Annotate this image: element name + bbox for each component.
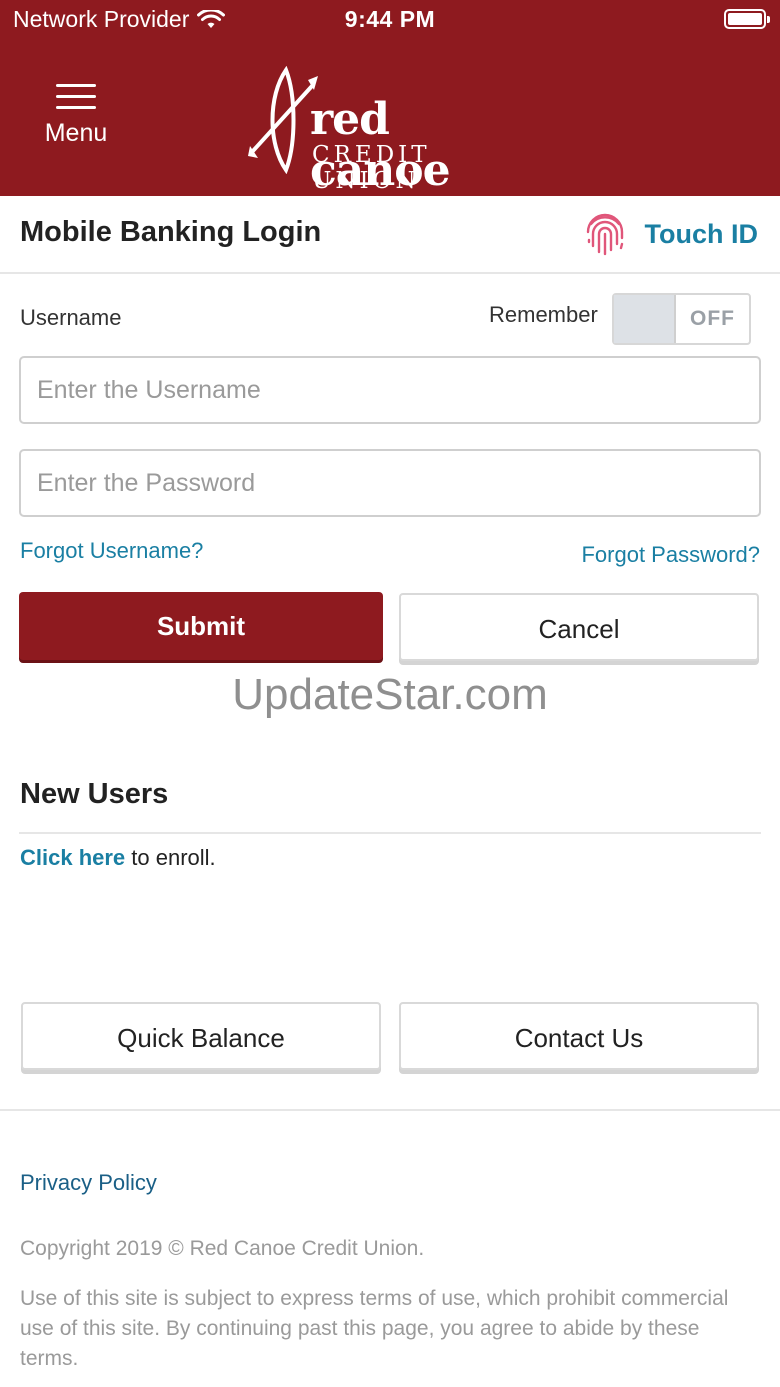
toggle-knob	[614, 295, 676, 343]
login-title-row: Mobile Banking Login Touch ID	[0, 196, 780, 274]
forgot-password-link[interactable]: Forgot Password?	[581, 542, 760, 568]
password-input[interactable]	[19, 449, 761, 517]
username-input[interactable]	[19, 356, 761, 424]
remember-label: Remember	[489, 302, 598, 327]
toggle-state: OFF	[690, 307, 735, 330]
page-title: Mobile Banking Login	[20, 216, 322, 248]
menu-button[interactable]: Menu	[30, 84, 122, 164]
remember-toggle[interactable]: OFF	[612, 293, 751, 345]
footer-divider	[0, 1109, 780, 1111]
hamburger-icon	[56, 84, 96, 109]
watermark: UpdateStar.com	[232, 670, 548, 719]
canoe-paddle-icon	[248, 66, 318, 174]
copyright-text: Copyright 2019 © Red Canoe Credit Union.	[20, 1237, 425, 1260]
touch-id-button[interactable]: Touch ID	[581, 210, 758, 258]
quick-balance-button[interactable]: Quick Balance	[21, 1002, 381, 1070]
terms-text: Use of this site is subject to express t…	[20, 1287, 729, 1370]
contact-us-button[interactable]: Contact Us	[399, 1002, 759, 1070]
status-bar: Network Provider 9:44 PM	[0, 0, 780, 40]
cancel-button[interactable]: Cancel	[399, 593, 759, 661]
new-users-title: New Users	[20, 778, 169, 810]
fingerprint-icon	[586, 213, 623, 256]
username-label: Username	[20, 305, 122, 330]
enroll-link[interactable]: Click here	[20, 845, 125, 870]
menu-label: Menu	[44, 119, 108, 147]
logo-subtitle: CREDIT UNION	[312, 142, 431, 194]
privacy-policy-link[interactable]: Privacy Policy	[20, 1170, 157, 1196]
enroll-suffix: to enroll.	[125, 845, 216, 870]
forgot-username-link[interactable]: Forgot Username?	[20, 538, 203, 564]
enroll-text: Click here to enroll.	[20, 845, 216, 871]
status-time: 9:44 PM	[344, 6, 436, 32]
submit-button[interactable]: Submit	[19, 592, 383, 660]
touch-id-label: Touch ID	[644, 218, 758, 249]
battery-icon	[724, 9, 770, 29]
red-canoe-logo: red canoe CREDIT UNION	[248, 66, 538, 196]
app-header: Network Provider 9:44 PM Menu red canoe …	[0, 0, 780, 196]
divider	[19, 832, 761, 834]
